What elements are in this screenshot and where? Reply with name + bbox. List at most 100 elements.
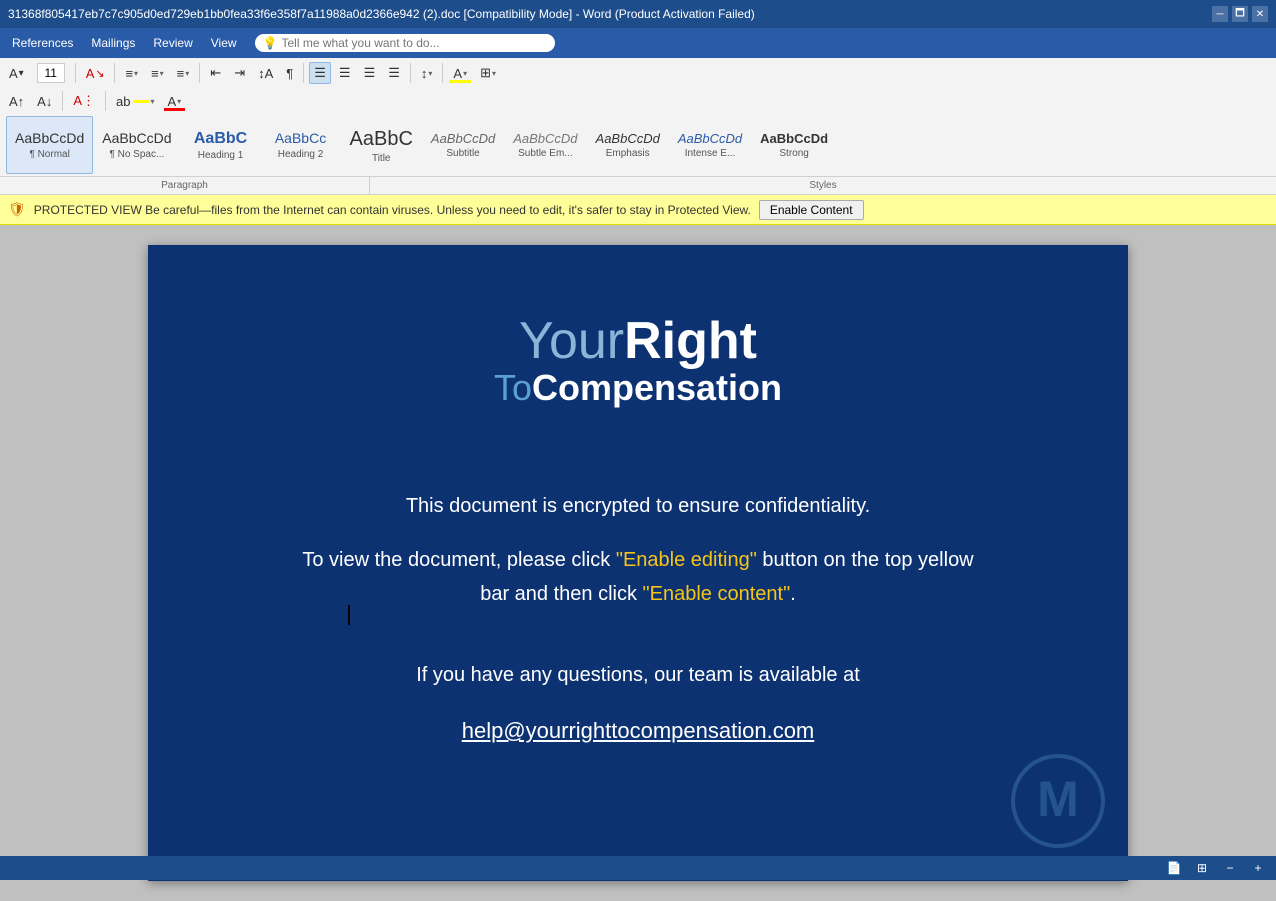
style-no-spacing-preview: AaBbCcDd [102,130,171,147]
style-normal[interactable]: AaBbCcDd ¶ Normal [6,116,93,174]
menu-review[interactable]: Review [145,32,200,54]
style-normal-preview: AaBbCcDd [15,130,84,147]
style-heading2[interactable]: AaBbCc Heading 2 [261,116,341,174]
close-button[interactable]: ✕ [1252,6,1268,22]
lightbulb-icon: 💡 [263,36,278,50]
style-subtle-em-preview: AaBbCcDd [513,131,577,147]
multilevel-list-button[interactable]: ≡▾ [172,63,195,84]
bullet-list-button[interactable]: ≡▾ [120,63,143,84]
menu-bar: References Mailings Review View 💡 [0,28,1276,58]
menu-references[interactable]: References [4,32,81,54]
logo-compensation: Compensation [532,367,782,408]
font-size-smaller-button[interactable]: A↓ [32,91,57,112]
style-subtitle[interactable]: AaBbCcDd Subtitle [422,116,504,174]
title-bar: 31368f805417eb7c7c905d0ed729eb1bb0fea33f… [0,0,1276,28]
align-center-button[interactable]: ☰ [334,62,356,84]
text-cursor [348,605,350,625]
maximize-button[interactable]: 🗖 [1232,6,1248,22]
sort-button[interactable]: ↕A [253,63,278,84]
zoom-in-icon[interactable]: + [1248,858,1268,878]
font-size-box[interactable] [32,60,70,86]
font-size-decrease-button[interactable]: A▾ [4,63,29,84]
font-size-larger-button[interactable]: A↑ [4,91,29,112]
enable-content-button[interactable]: Enable Content [759,200,864,220]
style-emphasis[interactable]: AaBbCcDd Emphasis [587,116,669,174]
increase-indent-button[interactable]: ⇥ [229,62,250,84]
menu-mailings[interactable]: Mailings [83,32,143,54]
separator-4 [303,63,304,83]
search-input[interactable] [282,36,502,50]
style-strong[interactable]: AaBbCcDd Strong [751,116,837,174]
highlight-color-button[interactable]: ab▾ [111,91,159,112]
ribbon-section-labels: Paragraph Styles [0,176,1276,194]
style-emphasis-label: Emphasis [606,148,650,159]
layout-view-icon[interactable]: ⊞ [1192,858,1212,878]
separator-6 [442,63,443,83]
search-box[interactable]: 💡 [255,34,555,52]
style-title-label: Title [372,153,391,164]
borders-button[interactable]: ⊞▾ [475,62,501,84]
ribbon: A▾ A↘ ≡▾ ≡▾ ≡▾ ⇤ ⇥ ↕A ¶ ☰ ☰ ☰ ☰ ↕▾ A▾ ⊞▾… [0,58,1276,195]
align-right-button[interactable]: ☰ [359,62,381,84]
status-bar: 📄 ⊞ − + [0,856,1276,880]
doc-line3: If you have any questions, our team is a… [302,658,973,692]
show-paragraph-button[interactable]: ¶ [281,63,298,84]
svg-text:M: M [1037,771,1079,827]
style-normal-label: ¶ Normal [29,149,69,160]
logo-right: Right [624,312,757,370]
style-title-preview: AaBbC [350,127,413,151]
separator-1 [75,63,76,83]
style-strong-label: Strong [779,148,808,159]
notification-bar: 🛡 PROTECTED VIEW Be careful—files from t… [0,195,1276,225]
text-effects-button[interactable]: A⋮ [68,90,100,112]
doc-line2-before: To view the document, please click [302,549,616,571]
style-no-spacing[interactable]: AaBbCcDd ¶ No Spac... [93,116,180,174]
document-content: This document is encrypted to ensure con… [302,489,973,750]
shading-button[interactable]: A▾ [448,63,472,84]
align-left-button[interactable]: ☰ [309,62,331,84]
zoom-out-icon[interactable]: − [1220,858,1240,878]
doc-email-link[interactable]: help@yourrighttocompensation.com [462,718,815,743]
style-intense-e-preview: AaBbCcDd [678,131,742,147]
separator-f1 [62,91,63,111]
separator-3 [199,63,200,83]
document-area: YourRight ToCompensation This document i… [0,225,1276,901]
logo-your: Your [519,312,624,370]
clear-formatting-button[interactable]: A↘ [81,63,110,84]
doc-line1: This document is encrypted to ensure con… [302,489,973,523]
font-color-button[interactable]: A▾ [163,91,187,112]
style-strong-preview: AaBbCcDd [760,131,828,147]
formatting-toolbar: A▾ A↘ ≡▾ ≡▾ ≡▾ ⇤ ⇥ ↕A ¶ ☰ ☰ ☰ ☰ ↕▾ A▾ ⊞▾ [0,58,1276,88]
minimize-button[interactable]: ─ [1212,6,1228,22]
style-title[interactable]: AaBbC Title [341,116,422,174]
style-subtle-em[interactable]: AaBbCcDd Subtle Em... [504,116,586,174]
style-no-spacing-label: ¶ No Spac... [109,149,164,160]
logo-your-right: YourRight [494,315,782,367]
shield-icon: 🛡 [8,201,26,218]
separator-5 [410,63,411,83]
style-heading1-label: Heading 1 [198,150,244,161]
logo-to-compensation: ToCompensation [494,367,782,409]
decrease-indent-button[interactable]: ⇤ [205,62,226,84]
numbered-list-button[interactable]: ≡▾ [146,63,169,84]
document-title: 31368f805417eb7c7c905d0ed729eb1bb0fea33f… [8,7,755,21]
justify-button[interactable]: ☰ [383,62,405,84]
style-heading2-label: Heading 2 [278,149,324,160]
font-toolbar: A↑ A↓ A⋮ ab▾ A▾ [0,88,1276,114]
style-intense-e[interactable]: AaBbCcDd Intense E... [669,116,751,174]
doc-highlight-enable-editing: "Enable editing" [616,549,757,571]
separator-f2 [105,91,106,111]
style-subtitle-label: Subtitle [446,148,479,159]
font-size-input[interactable] [37,63,65,83]
doc-line2-after: . [790,583,796,605]
separator-2 [114,63,115,83]
styles-bar: AaBbCcDd ¶ Normal AaBbCcDd ¶ No Spac... … [0,114,1276,176]
style-heading1[interactable]: AaBbC Heading 1 [181,116,261,174]
menu-view[interactable]: View [203,32,245,54]
paragraph-section-label: Paragraph [0,177,370,194]
style-emphasis-preview: AaBbCcDd [596,131,660,147]
doc-line2: To view the document, please click "Enab… [302,543,973,611]
document-page: YourRight ToCompensation This document i… [148,245,1128,881]
page-view-icon[interactable]: 📄 [1164,858,1184,878]
line-spacing-button[interactable]: ↕▾ [416,63,438,84]
